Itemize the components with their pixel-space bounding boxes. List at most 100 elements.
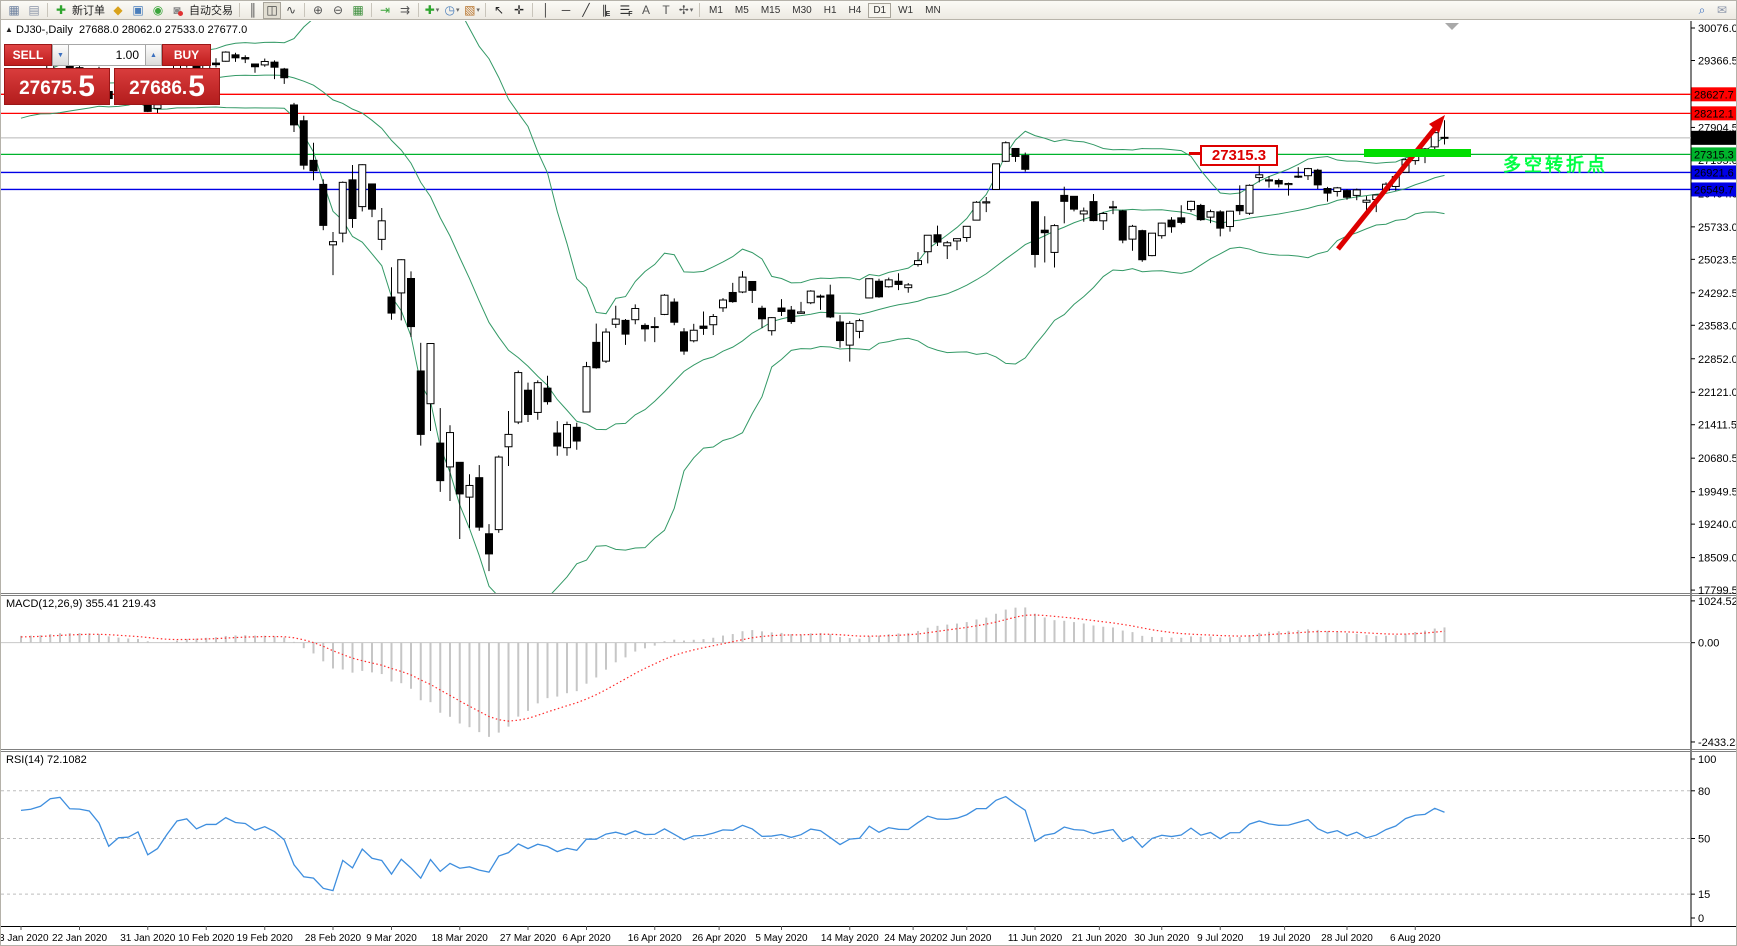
autotrading-button[interactable]: ◙ — [168, 2, 188, 19]
sell-price-display[interactable]: 27675.5 — [4, 68, 110, 105]
time-axis[interactable]: 13 Jan 202022 Jan 202031 Jan 202010 Feb … — [1, 926, 1441, 944]
svg-text:27315.3: 27315.3 — [1694, 149, 1734, 161]
svg-text:19 Feb 2020: 19 Feb 2020 — [237, 933, 294, 944]
chevron-down-icon: ▾ — [476, 2, 480, 19]
search-button[interactable]: ⌕ — [1692, 2, 1712, 19]
fibonacci-button[interactable]: ☰F — [616, 2, 636, 19]
price-axis[interactable]: 30076.029366.528657.027904.527195.026464… — [1691, 23, 1737, 925]
svg-text:9 Jul 2020: 9 Jul 2020 — [1197, 933, 1244, 944]
chevron-down-icon: ▾ — [456, 2, 460, 19]
new-chart-button[interactable]: ▦ — [4, 2, 24, 19]
timeframe-m15-button[interactable]: M15 — [756, 3, 785, 18]
profiles-button[interactable]: ▤ — [24, 2, 44, 19]
terminal-button[interactable]: ▣ — [128, 2, 148, 19]
periods-icon: ◷ — [445, 2, 455, 19]
vertical-line-button[interactable]: │ — [536, 2, 556, 19]
bar-chart-button[interactable]: ║ — [243, 2, 263, 19]
buy-button[interactable]: BUY — [162, 44, 211, 66]
svg-text:22852.0: 22852.0 — [1698, 354, 1737, 366]
signals-icon: ◉ — [153, 2, 163, 19]
timeframe-d1-button[interactable]: D1 — [868, 3, 891, 18]
search-icon: ⌕ — [1699, 2, 1706, 19]
cursor-icon: ↖ — [494, 2, 504, 19]
volume-up-button[interactable]: ▲ — [145, 44, 162, 66]
green-highlight-bar[interactable] — [1364, 149, 1471, 157]
chevron-down-icon: ▾ — [690, 2, 694, 19]
price-annotation-flag[interactable]: 27315.3 — [1200, 145, 1278, 166]
svg-text:31 Jan 2020: 31 Jan 2020 — [120, 933, 175, 944]
timeframe-m5-button[interactable]: M5 — [730, 3, 754, 18]
text-label-button[interactable]: T — [656, 2, 676, 19]
svg-text:25733.0: 25733.0 — [1698, 222, 1737, 234]
autoscroll-marker-icon — [1445, 23, 1459, 30]
svg-text:11 Jun 2020: 11 Jun 2020 — [1008, 933, 1063, 944]
line-chart-icon: ∿ — [286, 2, 296, 19]
chart-shift-icon: ⇉ — [400, 2, 410, 19]
indicators-button[interactable]: ✚▾ — [422, 2, 442, 19]
chart-shift-button[interactable]: ⇉ — [395, 2, 415, 19]
one-click-trading-panel: SELL ▼ ▲ BUY 27675.5 27686.5 — [4, 44, 220, 105]
turning-point-text[interactable]: 多空转折点 — [1503, 151, 1608, 177]
buy-price-main: 27686. — [129, 76, 187, 102]
volume-down-button[interactable]: ▼ — [52, 44, 69, 66]
timeframe-m1-button[interactable]: M1 — [704, 3, 728, 18]
tile-windows-button[interactable]: ▦ — [348, 2, 368, 19]
auto-scroll-button[interactable]: ⇥ — [375, 2, 395, 19]
templates-button[interactable]: ▧▾ — [462, 2, 482, 19]
cursor-button[interactable]: ↖ — [489, 2, 509, 19]
autotrading-status-dot — [178, 11, 183, 16]
svg-text:19 Jul 2020: 19 Jul 2020 — [1259, 933, 1311, 944]
rsi-label: RSI(14) 72.1082 — [6, 754, 87, 766]
indicators-icon: ✚ — [425, 2, 435, 19]
toolbar-separator — [418, 3, 419, 17]
timeframe-w1-button[interactable]: W1 — [893, 3, 918, 18]
trendline-button[interactable]: ╱ — [576, 2, 596, 19]
sell-button[interactable]: SELL — [4, 44, 52, 66]
periods-button[interactable]: ◷▾ — [442, 2, 462, 19]
zoom-out-icon: ⊖ — [333, 2, 343, 19]
panel-collapse-icon[interactable]: ▲ — [5, 25, 13, 34]
svg-text:0.00: 0.00 — [1698, 638, 1719, 650]
auto-scroll-icon: ⇥ — [380, 2, 390, 19]
svg-text:18509.0: 18509.0 — [1698, 553, 1737, 565]
metaeditor-button[interactable]: ◆ — [108, 2, 128, 19]
fibonacci-sub-letter: F — [628, 10, 632, 19]
svg-text:1024.52: 1024.52 — [1698, 596, 1737, 608]
vertical-line-icon: │ — [542, 2, 550, 19]
buy-price-display[interactable]: 27686.5 — [114, 68, 220, 105]
svg-text:21 Jun 2020: 21 Jun 2020 — [1072, 933, 1127, 944]
zoom-out-button[interactable]: ⊖ — [328, 2, 348, 19]
candle-chart-button[interactable]: ◫ — [263, 2, 281, 19]
zoom-in-icon: ⊕ — [313, 2, 323, 19]
volume-input[interactable] — [69, 44, 145, 66]
buy-price-big-digit: 5 — [188, 72, 205, 102]
new-order-icon: ✚ — [56, 2, 66, 19]
svg-text:28212.1: 28212.1 — [1694, 108, 1734, 120]
chat-icon: ✉ — [1717, 2, 1727, 19]
crosshair-button[interactable]: ✛ — [509, 2, 529, 19]
macd-indicator — [1, 607, 1691, 736]
new-order-label[interactable]: 新订单 — [72, 2, 105, 18]
red-trend-arrow[interactable] — [1338, 127, 1436, 249]
svg-text:27 Mar 2020: 27 Mar 2020 — [500, 933, 557, 944]
symbol-period: DJ30-,Daily — [16, 24, 73, 36]
toolbar-separator — [47, 3, 48, 17]
line-chart-button[interactable]: ∿ — [281, 2, 301, 19]
mt4-window: { "toolbar": { "new_order_label": "新订单",… — [0, 0, 1737, 946]
zoom-in-button[interactable]: ⊕ — [308, 2, 328, 19]
signals-button[interactable]: ◉ — [148, 2, 168, 19]
shapes-button[interactable]: ✢▾ — [676, 2, 696, 19]
timeframe-m30-button[interactable]: M30 — [787, 3, 816, 18]
horizontal-line-button[interactable]: ─ — [556, 2, 576, 19]
text-button[interactable]: A — [636, 2, 656, 19]
autotrading-label[interactable]: 自动交易 — [189, 2, 233, 18]
timeframe-mn-button[interactable]: MN — [920, 3, 946, 18]
flag-leader-dash — [1189, 152, 1200, 155]
timeframe-h1-button[interactable]: H1 — [819, 3, 842, 18]
chat-button[interactable]: ✉ — [1712, 2, 1732, 19]
new-order-button[interactable]: ✚ — [51, 2, 71, 19]
metaeditor-icon: ◆ — [113, 2, 122, 19]
chart-area[interactable]: 30076.029366.528657.027904.527195.026464… — [1, 1, 1737, 946]
equidistant-channel-button[interactable]: ∥E — [596, 2, 616, 19]
timeframe-h4-button[interactable]: H4 — [844, 3, 867, 18]
